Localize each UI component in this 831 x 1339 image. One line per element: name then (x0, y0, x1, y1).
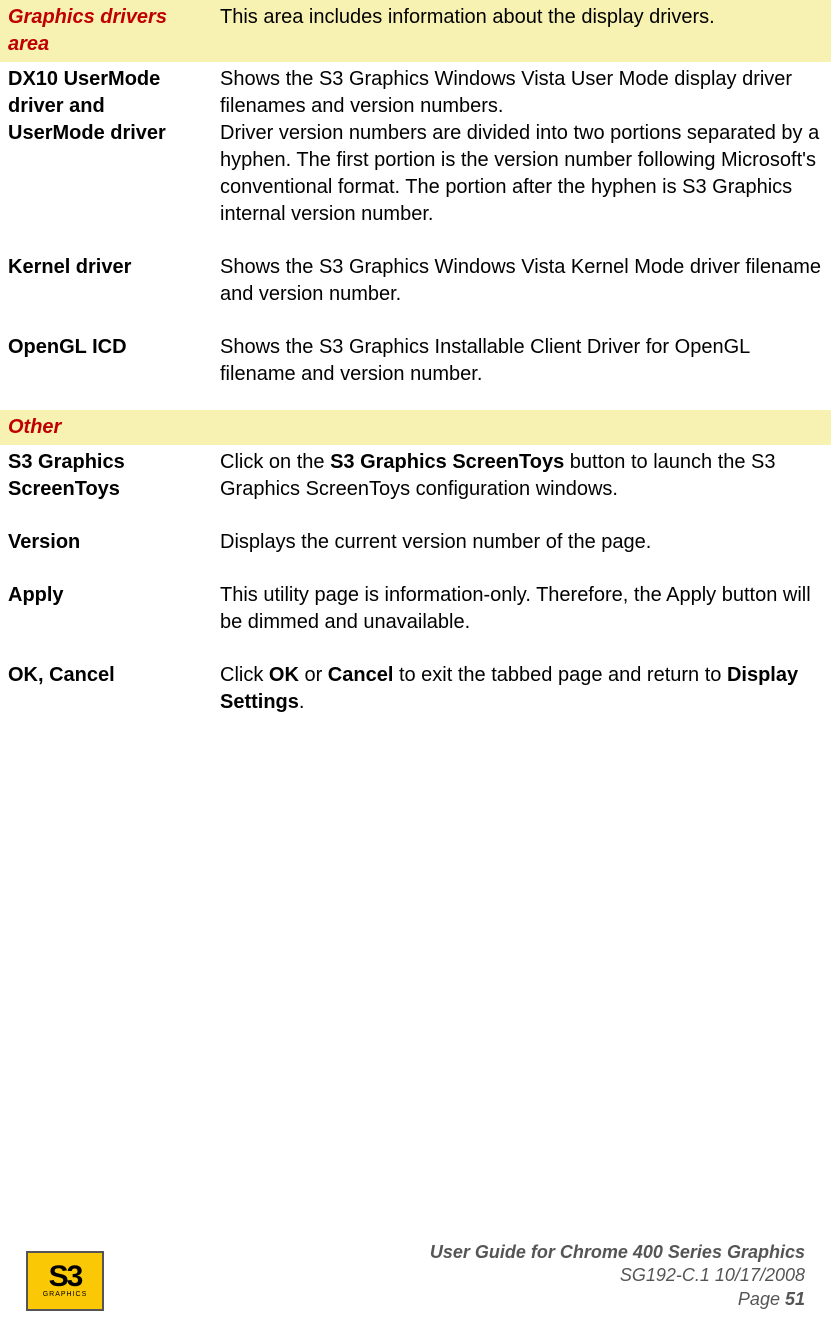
bold-text: S3 Graphics ScreenToys (330, 451, 564, 473)
footer-page: Page 51 (430, 1288, 805, 1311)
text-fragment: Click (220, 664, 269, 686)
row-desc: Shows the S3 Graphics Windows Vista Kern… (212, 250, 831, 312)
footer-page-label: Page (738, 1289, 785, 1309)
page-footer: S3 GRAPHICS User Guide for Chrome 400 Se… (0, 1241, 831, 1311)
text-fragment: or (299, 664, 328, 686)
logo-sub-text: GRAPHICS (43, 1290, 88, 1299)
text-fragment: Click on the (220, 451, 330, 473)
definitions-table: Graphics drivers area This area includes… (0, 0, 831, 720)
row-desc: Click on the S3 Graphics ScreenToys butt… (212, 445, 831, 507)
footer-title: User Guide for Chrome 400 Series Graphic… (430, 1241, 805, 1264)
row-desc: Shows the S3 Graphics Installable Client… (212, 330, 831, 392)
row-label: OpenGL ICD (0, 330, 212, 392)
row-label: Kernel driver (0, 250, 212, 312)
row-desc: Click OK or Cancel to exit the tabbed pa… (212, 658, 831, 720)
section-desc: This area includes information about the… (212, 0, 831, 62)
row-screentoys: S3 Graphics ScreenToys Click on the S3 G… (0, 445, 831, 507)
bold-text: OK (269, 664, 299, 686)
row-apply: Apply This utility page is information-o… (0, 578, 831, 640)
text-fragment: . (299, 691, 305, 713)
row-label: OK, Cancel (0, 658, 212, 720)
bold-text: Cancel (328, 664, 394, 686)
s3-logo: S3 GRAPHICS (26, 1251, 104, 1311)
logo-main-text: S3 (49, 1263, 82, 1290)
row-ok-cancel: OK, Cancel Click OK or Cancel to exit th… (0, 658, 831, 720)
row-label: S3 Graphics ScreenToys (0, 445, 212, 507)
row-opengl-icd: OpenGL ICD Shows the S3 Graphics Install… (0, 330, 831, 392)
row-label: Apply (0, 578, 212, 640)
footer-text-block: User Guide for Chrome 400 Series Graphic… (430, 1241, 805, 1311)
section-header-graphics-drivers: Graphics drivers area This area includes… (0, 0, 831, 62)
row-dx10-usermode: DX10 UserMode driver and UserMode driver… (0, 62, 831, 232)
row-kernel-driver: Kernel driver Shows the S3 Graphics Wind… (0, 250, 831, 312)
row-label: Version (0, 525, 212, 560)
row-desc: Displays the current version number of t… (212, 525, 831, 560)
row-desc: This utility page is information-only. T… (212, 578, 831, 640)
section-label: Graphics drivers area (0, 0, 212, 62)
row-label: DX10 UserMode driver and UserMode driver (0, 62, 212, 232)
section-label: Other (0, 410, 212, 445)
text-fragment: to exit the tabbed page and return to (393, 664, 727, 686)
section-header-other: Other (0, 410, 831, 445)
footer-page-number: 51 (785, 1289, 805, 1309)
row-version: Version Displays the current version num… (0, 525, 831, 560)
footer-doc-ref: SG192-C.1 10/17/2008 (430, 1264, 805, 1287)
row-desc: Shows the S3 Graphics Windows Vista User… (212, 62, 831, 232)
